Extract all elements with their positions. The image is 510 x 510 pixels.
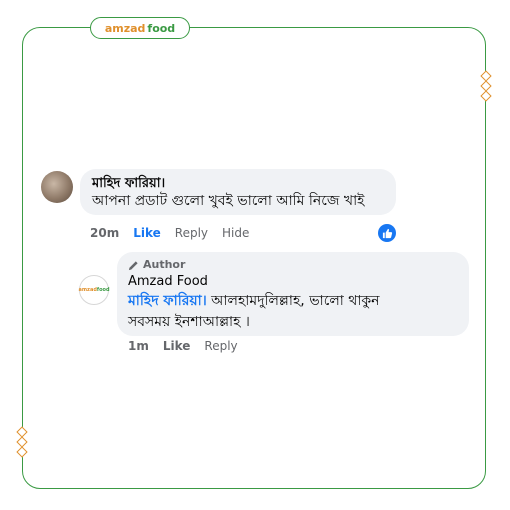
reply-text: মাহিদ ফারিয়া। আলহামদুলিল্লাহ, ভালো থাকু… xyxy=(128,291,458,311)
diamond-ornament-icon xyxy=(480,70,492,102)
brand-logo-part1: amzad xyxy=(104,21,146,35)
author-badge-label: Author xyxy=(143,258,186,271)
page-avatar[interactable]: amzad food xyxy=(78,275,110,305)
reply-text-line1: আলহামদুলিল্লাহ, ভালো থাকুন xyxy=(206,293,380,309)
like-button[interactable]: Like xyxy=(133,226,161,240)
comment-author[interactable]: মাহিদ ফারিয়া। xyxy=(92,176,384,192)
brand-logo: amzad food xyxy=(90,17,190,39)
comment-actions: 20m Like Reply Hide xyxy=(90,226,249,240)
page-avatar-part1: amzad xyxy=(78,287,97,293)
mention-link[interactable]: মাহিদ ফারিয়া। xyxy=(128,293,207,309)
brand-logo-part2: food xyxy=(147,21,176,35)
reply-actions: 1m Like Reply xyxy=(128,339,238,353)
commenter-avatar[interactable] xyxy=(41,171,73,203)
reply-bubble: Author Amzad Food মাহিদ ফারিয়া। আলহামদু… xyxy=(117,252,469,336)
diamond-ornament-icon xyxy=(16,426,28,458)
reply-text-line2: সবসময় ইনশাআল্লাহ । xyxy=(128,314,250,330)
hide-button[interactable]: Hide xyxy=(222,226,249,240)
thumbs-up-icon[interactable] xyxy=(378,224,396,242)
comment-time[interactable]: 20m xyxy=(90,226,119,240)
reply-author[interactable]: Amzad Food xyxy=(128,274,458,290)
reply-reply-button[interactable]: Reply xyxy=(204,339,237,353)
comment-text: আপনা প্রডাট গুলো খুবই ভালো আমি নিজে খাই xyxy=(92,193,365,209)
page-avatar-part2: food xyxy=(96,287,110,293)
author-badge: Author xyxy=(128,258,458,272)
pencil-icon xyxy=(128,260,138,270)
reply-button[interactable]: Reply xyxy=(175,226,208,240)
comment-bubble: মাহিদ ফারিয়া। আপনা প্রডাট গুলো খুবই ভাল… xyxy=(80,169,396,215)
reply-time[interactable]: 1m xyxy=(128,339,149,353)
reply-like-button[interactable]: Like xyxy=(163,339,191,353)
